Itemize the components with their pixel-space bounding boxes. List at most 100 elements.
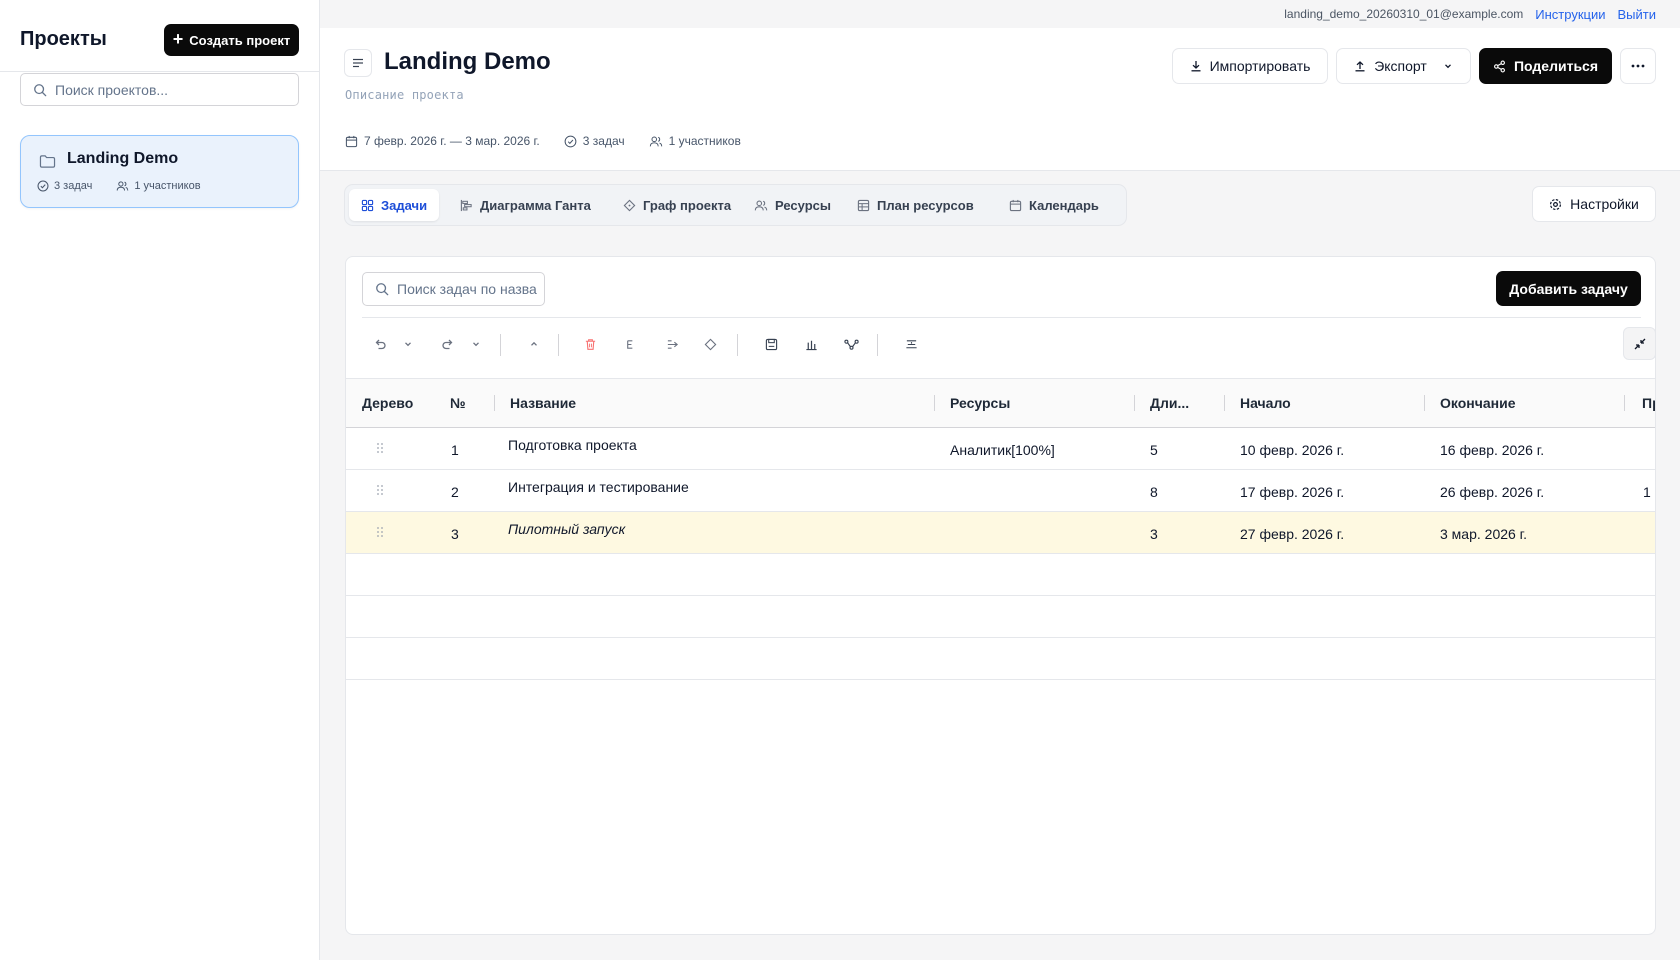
toolbar-divider bbox=[500, 334, 501, 356]
cell-end[interactable]: 26 февр. 2026 г. bbox=[1440, 484, 1544, 500]
project-description[interactable]: Описание проекта bbox=[345, 88, 464, 102]
grid-icon bbox=[361, 199, 374, 211]
undo-button[interactable] bbox=[368, 332, 392, 356]
tab-project-graph-label: Граф проекта bbox=[643, 197, 732, 213]
view-tabs: Задачи Диаграмма Ганта Граф проекта Ресу… bbox=[344, 184, 1127, 226]
cell-resources[interactable]: Аналитик[100%] bbox=[950, 442, 1055, 458]
project-search-field[interactable] bbox=[20, 73, 299, 106]
check-circle-icon bbox=[37, 180, 49, 192]
outdent-button[interactable] bbox=[618, 332, 642, 356]
align-button[interactable] bbox=[899, 332, 923, 356]
tab-tasks[interactable]: Задачи bbox=[349, 189, 440, 221]
more-horizontal-icon bbox=[1631, 64, 1645, 68]
chevron-down-icon bbox=[405, 342, 411, 347]
column-resize-handle[interactable] bbox=[1224, 395, 1225, 411]
export-button[interactable]: Экспорт bbox=[1336, 48, 1471, 84]
column-resize-handle[interactable] bbox=[934, 395, 935, 411]
more-options-button[interactable] bbox=[1620, 48, 1656, 84]
cell-name[interactable]: Интеграция и тестирование bbox=[508, 479, 689, 495]
redo-button[interactable] bbox=[436, 332, 460, 356]
gear-icon bbox=[1550, 198, 1562, 210]
redo-history-dropdown[interactable] bbox=[464, 332, 488, 356]
tab-project-graph[interactable]: Граф проекта bbox=[611, 189, 743, 221]
cell-duration[interactable]: 3 bbox=[1150, 526, 1158, 542]
tab-resources-label: Ресурсы bbox=[775, 197, 831, 213]
project-card[interactable]: Landing Demo 3 задач 1 участников bbox=[20, 135, 299, 208]
chevron-down-icon bbox=[1444, 64, 1451, 69]
search-icon bbox=[376, 283, 389, 296]
project-card-meta: 3 задач 1 участников bbox=[37, 180, 201, 192]
align-top-icon bbox=[905, 339, 917, 348]
column-header-resources[interactable]: Ресурсы bbox=[950, 395, 1010, 411]
empty-table-row[interactable] bbox=[346, 596, 1655, 638]
tab-gantt[interactable]: Диаграмма Ганта bbox=[448, 189, 603, 221]
milestone-button[interactable] bbox=[698, 332, 722, 356]
chart-button[interactable] bbox=[799, 332, 823, 356]
cell-end[interactable]: 16 февр. 2026 г. bbox=[1440, 442, 1544, 458]
toolbar-divider bbox=[737, 334, 738, 356]
table-row[interactable]: 2 Интеграция и тестирование 8 17 февр. 2… bbox=[346, 470, 1655, 512]
panel-divider bbox=[362, 317, 1641, 318]
collapse-view-button[interactable] bbox=[1623, 327, 1655, 360]
share-icon bbox=[1494, 60, 1505, 72]
project-meta: 7 февр. 2026 г. — 3 мар. 2026 г. 3 задач… bbox=[345, 134, 741, 148]
import-label: Импортировать bbox=[1209, 58, 1311, 74]
empty-table-row[interactable] bbox=[346, 554, 1655, 596]
cell-name[interactable]: Подготовка проекта bbox=[508, 437, 637, 453]
cell-start[interactable]: 10 февр. 2026 г. bbox=[1240, 442, 1344, 458]
cell-duration[interactable]: 5 bbox=[1150, 442, 1158, 458]
calendar-icon bbox=[345, 135, 358, 147]
save-button[interactable] bbox=[759, 332, 783, 356]
create-project-button[interactable]: + Создать проект bbox=[164, 24, 299, 56]
instructions-link[interactable]: Инструкции bbox=[1535, 7, 1605, 22]
cell-end[interactable]: 3 мар. 2026 г. bbox=[1440, 526, 1527, 542]
column-header-name[interactable]: Название bbox=[510, 395, 576, 411]
add-task-button[interactable]: Добавить задачу bbox=[1496, 271, 1641, 306]
table-row-selected[interactable]: 3 Пилотный запуск 3 27 февр. 2026 г. 3 м… bbox=[346, 512, 1655, 554]
project-title: Landing Demo bbox=[384, 48, 551, 75]
cell-name[interactable]: Пилотный запуск bbox=[508, 521, 625, 537]
cell-start[interactable]: 17 февр. 2026 г. bbox=[1240, 484, 1344, 500]
cell-predecessors[interactable]: 1 bbox=[1643, 484, 1651, 500]
dependencies-button[interactable] bbox=[839, 332, 863, 356]
column-header-number[interactable]: № bbox=[450, 395, 466, 411]
move-up-button[interactable] bbox=[522, 332, 546, 356]
column-header-tree[interactable]: Дерево bbox=[362, 395, 413, 411]
gantt-icon bbox=[460, 199, 472, 211]
tab-calendar-label: Календарь bbox=[1029, 197, 1099, 213]
tab-tasks-label: Задачи bbox=[381, 197, 428, 213]
column-header-predecessors[interactable]: Пр bbox=[1642, 395, 1655, 411]
column-resize-handle[interactable] bbox=[1624, 395, 1625, 411]
cell-start[interactable]: 27 февр. 2026 г. bbox=[1240, 526, 1344, 542]
save-icon bbox=[765, 338, 777, 350]
toggle-sidebar-button[interactable] bbox=[344, 49, 372, 77]
tab-resource-plan[interactable]: План ресурсов bbox=[845, 189, 986, 221]
column-header-end[interactable]: Окончание bbox=[1440, 395, 1515, 411]
toolbar-divider bbox=[877, 334, 878, 356]
column-header-start[interactable]: Начало bbox=[1240, 395, 1291, 411]
import-button[interactable]: Импортировать bbox=[1172, 48, 1328, 84]
task-search-field[interactable] bbox=[362, 272, 545, 306]
check-circle-icon bbox=[564, 135, 577, 147]
share-button[interactable]: Поделиться bbox=[1479, 48, 1612, 84]
logout-link[interactable]: Выйти bbox=[1618, 7, 1657, 22]
cell-duration[interactable]: 8 bbox=[1150, 484, 1158, 500]
table-row[interactable]: 1 Подготовка проекта Аналитик[100%] 5 10… bbox=[346, 428, 1655, 470]
delete-task-button[interactable] bbox=[578, 332, 602, 356]
settings-button[interactable]: Настройки bbox=[1532, 186, 1656, 222]
sidebar-title: Проекты bbox=[20, 28, 107, 50]
drag-handle-icon[interactable] bbox=[376, 526, 384, 538]
undo-history-dropdown[interactable] bbox=[396, 332, 420, 356]
tab-calendar[interactable]: Календарь bbox=[997, 189, 1111, 221]
empty-table-row[interactable] bbox=[346, 638, 1655, 680]
column-resize-handle[interactable] bbox=[1424, 395, 1425, 411]
drag-handle-icon[interactable] bbox=[376, 442, 384, 454]
column-header-duration[interactable]: Дли... bbox=[1150, 395, 1189, 411]
column-resize-handle[interactable] bbox=[494, 395, 495, 411]
project-search-input[interactable] bbox=[55, 81, 285, 98]
tab-resources[interactable]: Ресурсы bbox=[742, 189, 843, 221]
drag-handle-icon[interactable] bbox=[376, 484, 384, 496]
indent-button[interactable] bbox=[660, 332, 684, 356]
task-search-input[interactable] bbox=[397, 281, 537, 297]
column-resize-handle[interactable] bbox=[1134, 395, 1135, 411]
